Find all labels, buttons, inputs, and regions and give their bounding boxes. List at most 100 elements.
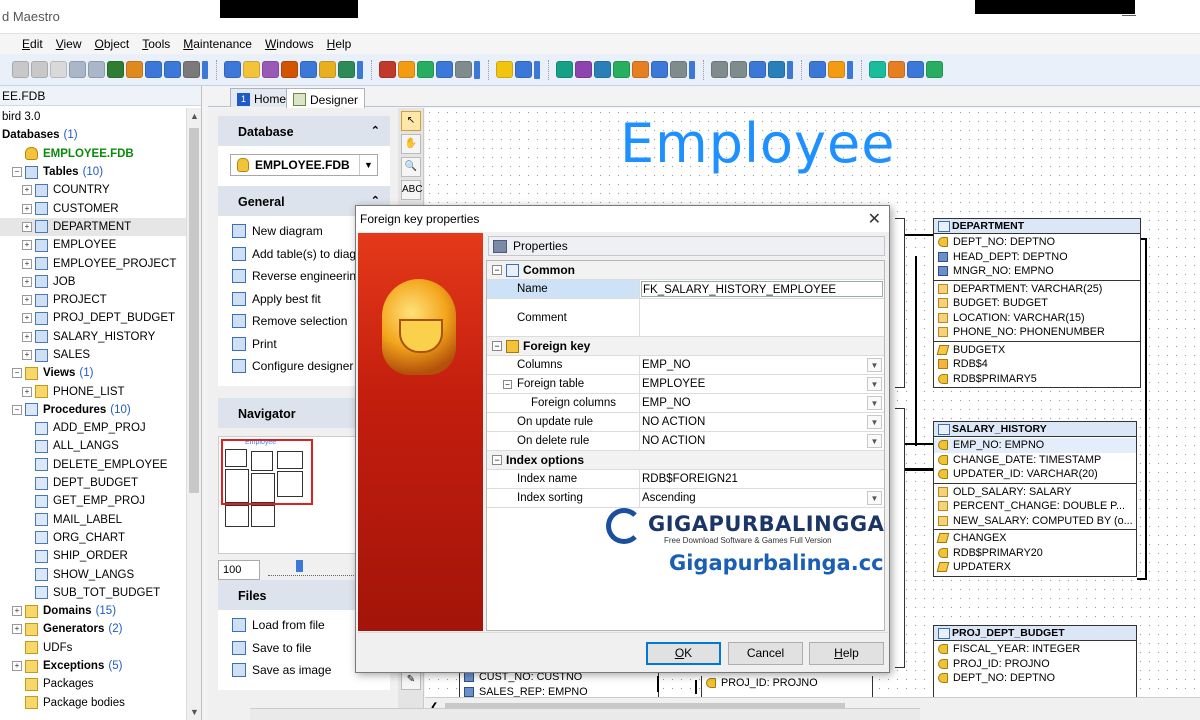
toolbar-button-icon[interactable] (670, 61, 687, 78)
expand-icon[interactable]: + (22, 331, 32, 342)
property-value[interactable]: EMPLOYEE ▼ (640, 375, 884, 393)
toolbar-dropdown-icon[interactable] (534, 60, 540, 79)
entity-field[interactable]: BUDGETX (934, 343, 1140, 358)
toolbar-button-icon[interactable] (594, 61, 611, 78)
tree-node[interactable]: bird 3.0 (0, 108, 186, 126)
menu-help[interactable]: Help (327, 37, 352, 51)
entity-field[interactable]: NEW_SALARY: COMPUTED BY (o... (934, 514, 1136, 529)
entity-field[interactable]: EMP_NO: EMPNO (934, 438, 1136, 453)
toolbar-button-icon[interactable] (926, 61, 943, 78)
tree-node[interactable]: MAIL_LABEL (0, 511, 186, 529)
menu-edit[interactable]: Edit (22, 37, 43, 51)
entity-field[interactable]: UPDATERX (934, 560, 1136, 575)
entity-field[interactable]: PERCENT_CHANGE: DOUBLE P... (934, 499, 1136, 514)
expand-icon[interactable]: + (12, 661, 22, 672)
chevron-down-icon[interactable]: ▼ (867, 377, 882, 391)
expand-icon[interactable]: + (22, 240, 32, 251)
entity-field[interactable]: DEPARTMENT: VARCHAR(25) (934, 282, 1140, 297)
toolbar-button-icon[interactable] (556, 61, 573, 78)
entity-field[interactable]: OLD_SALARY: SALARY (934, 485, 1136, 500)
chevron-down-icon[interactable]: ▼ (867, 491, 882, 505)
toolbar-button-icon[interactable] (107, 61, 124, 78)
toolbar-button-icon[interactable] (417, 61, 434, 78)
toolbar-button-icon[interactable] (183, 61, 200, 78)
expand-icon[interactable]: − (12, 404, 22, 415)
property-value[interactable]: NO ACTION ▼ (640, 432, 884, 450)
toolbar-button-icon[interactable] (730, 61, 747, 78)
tree-node[interactable]: ORG_CHART (0, 529, 186, 547)
zoom-tool-icon[interactable]: 🔍 (401, 157, 421, 177)
toolbar-button-icon[interactable] (224, 61, 241, 78)
relationship-line[interactable] (695, 680, 697, 694)
toolbar-button-icon[interactable] (455, 61, 472, 78)
ok-button[interactable]: OK (646, 642, 721, 665)
tree-node[interactable]: SHIP_ORDER (0, 547, 186, 565)
text-tool-icon[interactable]: ABC (401, 180, 423, 200)
toolbar-button-icon[interactable] (809, 61, 826, 78)
tree-node[interactable]: + CUSTOMER (0, 199, 186, 217)
toolbar-button-icon[interactable] (711, 61, 728, 78)
toolbar-button-icon[interactable] (515, 61, 532, 78)
toolbar-button-icon[interactable] (88, 61, 105, 78)
property-row[interactable]: Index name RDB$FOREIGN21 (487, 470, 884, 489)
category-foreign-key[interactable]: − Foreign key (487, 337, 884, 356)
toolbar-button-icon[interactable] (907, 61, 924, 78)
chevron-down-icon[interactable]: ▼ (359, 155, 377, 175)
zoom-input[interactable]: 100 (218, 560, 260, 580)
entity-field[interactable]: FISCAL_YEAR: INTEGER (934, 642, 1136, 657)
entity-proj-dept-budget[interactable]: PROJ_DEPT_BUDGET FISCAL_YEAR: INTEGER PROJ… (933, 625, 1137, 698)
property-value[interactable]: RDB$FOREIGN21 (640, 470, 884, 488)
entity-field[interactable]: RDB$4 (934, 357, 1140, 372)
toolbar-button-icon[interactable] (749, 61, 766, 78)
toolbar-dropdown-icon[interactable] (202, 60, 208, 79)
tree-node[interactable]: Package bodies (0, 694, 186, 712)
tree-node[interactable]: SHOW_LANGS (0, 565, 186, 583)
toolbar-dropdown-icon[interactable] (787, 60, 793, 79)
toolbar-dropdown-icon[interactable] (357, 60, 363, 79)
toolbar-button-icon[interactable] (869, 61, 886, 78)
entity-field[interactable]: RDB$PRIMARY20 (934, 546, 1136, 561)
entity-field[interactable]: LOCATION: VARCHAR(15) (934, 311, 1140, 326)
chevron-down-icon[interactable]: ▼ (867, 358, 882, 372)
menu-windows[interactable]: Windows (265, 37, 314, 51)
tree-node[interactable]: + DEPARTMENT (0, 217, 186, 237)
expand-icon[interactable]: − (12, 167, 22, 178)
entity-field[interactable]: MNGR_NO: EMPNO (934, 264, 1140, 279)
relationship-line[interactable] (905, 443, 933, 445)
properties-tab[interactable]: Properties (488, 236, 885, 256)
property-value[interactable]: Ascending ▼ (640, 489, 884, 507)
relationship-line[interactable] (905, 234, 933, 236)
tree-node[interactable]: ADD_EMP_PROJ (0, 419, 186, 437)
entity-salary-history[interactable]: SALARY_HISTORY EMP_NO: EMPNO CHANGE_DATE: … (933, 421, 1137, 577)
toolbar-dropdown-icon[interactable] (847, 60, 853, 79)
collapse-icon[interactable]: − (492, 455, 502, 465)
toolbar-button-icon[interactable] (338, 61, 355, 78)
property-value[interactable]: NO ACTION ▼ (640, 413, 884, 431)
entity-field[interactable]: SALES_REP: EMPNO (460, 685, 658, 699)
tree-node[interactable]: + PHONE_LIST (0, 382, 186, 400)
tab-home[interactable]: 1 Home (230, 88, 294, 107)
property-value[interactable] (640, 299, 884, 336)
group-header[interactable]: Database ⌃ (218, 116, 390, 146)
entity-project-partial[interactable]: PROJ_ID: PROJNO (701, 676, 873, 698)
relationship-line[interactable] (905, 468, 933, 471)
toolbar-button-icon[interactable] (379, 61, 396, 78)
entity-field[interactable]: DEPT_NO: DEPTNO (934, 235, 1140, 250)
toolbar-button-icon[interactable] (31, 61, 48, 78)
menu-maintenance[interactable]: Maintenance (183, 37, 252, 51)
tree-node[interactable]: + EMPLOYEE (0, 236, 186, 254)
tab-designer[interactable]: Designer (286, 88, 366, 108)
expand-icon[interactable]: + (22, 185, 32, 196)
tree-node[interactable]: DEPT_BUDGET (0, 474, 186, 492)
toolbar-button-icon[interactable] (613, 61, 630, 78)
toolbar-button-icon[interactable] (126, 61, 143, 78)
expand-icon[interactable]: + (12, 606, 22, 617)
relationship-line[interactable] (1141, 238, 1147, 240)
expand-icon[interactable]: + (22, 203, 32, 214)
expand-icon[interactable]: + (22, 313, 32, 324)
tree-node[interactable]: DELETE_EMPLOYEE (0, 456, 186, 474)
relationship-line[interactable] (657, 676, 659, 692)
toolbar-button-icon[interactable] (651, 61, 668, 78)
entity-department[interactable]: DEPARTMENT DEPT_NO: DEPTNO HEAD_DEPT: DEPT… (933, 218, 1141, 388)
entity-field[interactable]: CHANGE_DATE: TIMESTAMP (934, 453, 1136, 468)
